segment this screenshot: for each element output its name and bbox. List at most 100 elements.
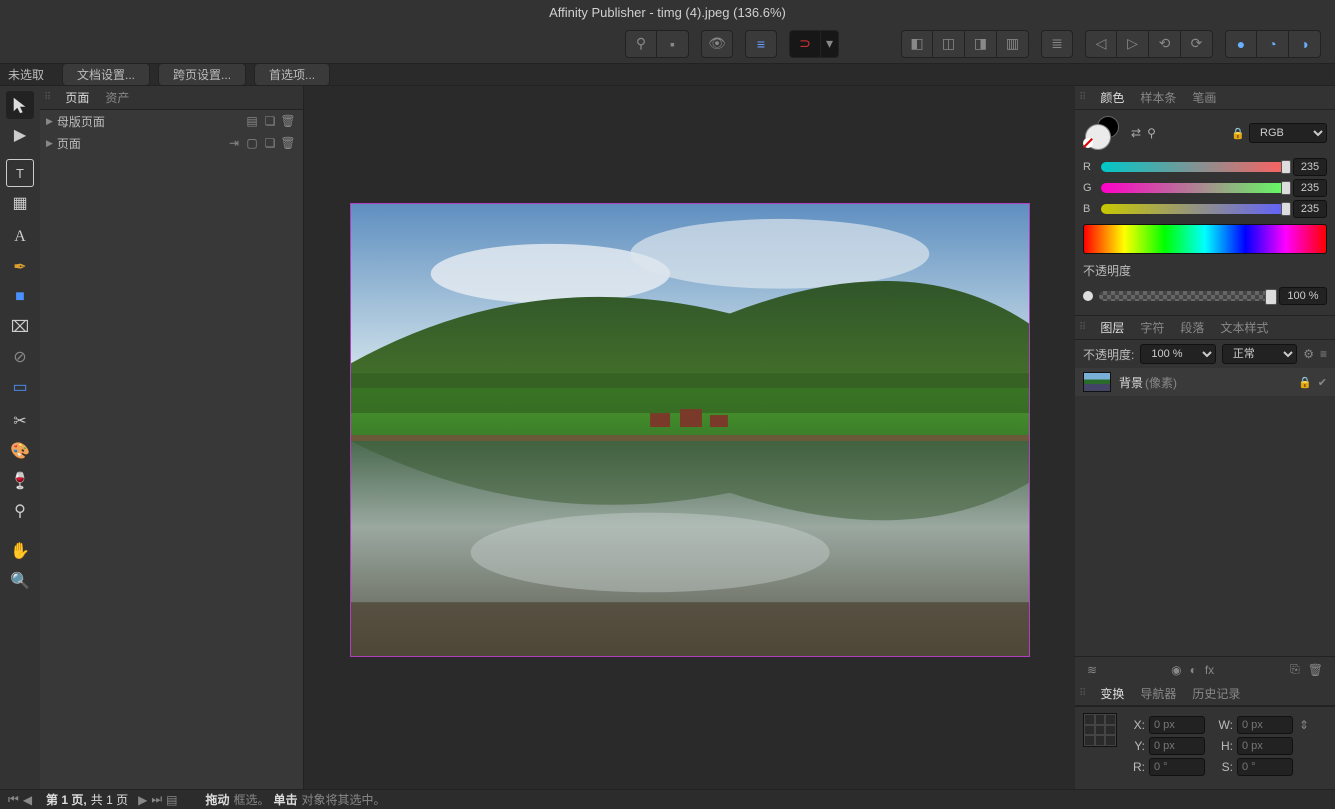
y-input[interactable] — [1149, 737, 1205, 755]
tab-paragraph[interactable]: 段落 — [1172, 319, 1212, 336]
channel-g-slider[interactable] — [1101, 183, 1287, 193]
layer-menu-icon[interactable]: ≡ — [1320, 347, 1327, 361]
node-tool-icon[interactable]: ▶ — [6, 121, 34, 149]
channel-r-slider[interactable] — [1101, 162, 1287, 172]
layer-settings-icon[interactable]: ⚙ — [1303, 347, 1314, 361]
page-single-icon[interactable]: ▢ — [243, 136, 261, 150]
tab-pages[interactable]: 页面 — [57, 89, 97, 106]
tab-layers[interactable]: 图层 — [1092, 319, 1132, 336]
tab-assets[interactable]: 资产 — [97, 89, 137, 106]
rectangle-tool-icon[interactable]: ■ — [6, 283, 34, 311]
page-list-icon[interactable]: ▤ — [166, 793, 177, 807]
baseline-grid-icon[interactable]: ≡ — [745, 30, 777, 58]
persona-photo-icon[interactable]: ◑ — [1289, 30, 1321, 58]
add-layer-icon[interactable]: ⎘ — [1290, 662, 1300, 677]
next-page-icon[interactable]: ▶ — [138, 793, 147, 807]
opacity-input[interactable] — [1279, 287, 1327, 305]
spread-setup-button[interactable]: 跨页设置... — [158, 63, 246, 86]
first-page-icon[interactable]: ⏮ — [8, 792, 19, 807]
channel-r-input[interactable] — [1293, 158, 1327, 176]
pen-tool-icon[interactable]: ✒ — [6, 253, 34, 281]
disclosure-triangle-icon[interactable]: ▶ — [46, 116, 53, 127]
tab-color[interactable]: 颜色 — [1092, 89, 1132, 106]
flip-v-icon[interactable]: ▷ — [1117, 30, 1149, 58]
layers-stack-icon[interactable]: ≋ — [1087, 663, 1097, 677]
layer-row[interactable]: 背景 (像素) 🔒 ✔ — [1075, 368, 1335, 396]
page-add-icon[interactable]: ❏ — [261, 114, 279, 128]
mask-icon[interactable]: ◉ — [1171, 663, 1181, 677]
blend-mode-select[interactable]: 正常 — [1222, 344, 1297, 364]
rotate-cw-icon[interactable]: ⟳ — [1181, 30, 1213, 58]
channel-b-input[interactable] — [1293, 200, 1327, 218]
pages-row[interactable]: ▶ 页面 ⇥ ▢ ❏ 🗑 — [40, 132, 303, 154]
w-input[interactable] — [1237, 716, 1293, 734]
move-tool-icon[interactable] — [6, 91, 34, 119]
picture-frame-tool-icon[interactable]: ⌧ — [6, 313, 34, 341]
persona-publisher-icon[interactable]: ● — [1225, 30, 1257, 58]
adjust-icon[interactable]: ◐ — [1190, 663, 1197, 677]
last-page-icon[interactable]: ⏭ — [151, 792, 162, 807]
zoom-tool-icon[interactable]: 🔍 — [6, 567, 34, 595]
tab-character[interactable]: 字符 — [1132, 319, 1172, 336]
align-justify-icon[interactable]: ▥ — [997, 30, 1029, 58]
pin-icon[interactable]: ⚲ — [625, 30, 657, 58]
tab-swatches[interactable]: 样本条 — [1132, 89, 1184, 106]
document-image[interactable] — [350, 203, 1030, 657]
anchor-grid[interactable] — [1083, 713, 1117, 747]
pin-small-icon[interactable]: ▪ — [657, 30, 689, 58]
h-input[interactable] — [1237, 737, 1293, 755]
align-center-icon[interactable]: ◫ — [933, 30, 965, 58]
page-list-icon[interactable]: ▤ — [243, 114, 261, 128]
persona-designer-icon[interactable]: ◔ — [1257, 30, 1289, 58]
preview-icon[interactable]: 👁 — [701, 30, 733, 58]
snapping-dropdown-icon[interactable]: ▾ — [821, 30, 839, 58]
eyedropper-icon[interactable]: ⚲ — [1147, 126, 1156, 140]
channel-b-slider[interactable] — [1101, 204, 1287, 214]
swap-colors-icon[interactable]: ⇄ — [1131, 126, 1141, 140]
s-input[interactable] — [1237, 758, 1293, 776]
panel-grip-icon[interactable]: ⠿ — [1079, 92, 1086, 103]
panel-grip-icon[interactable]: ⠿ — [44, 92, 51, 103]
view-tool-icon[interactable]: ✋ — [6, 537, 34, 565]
text-frame-tool-icon[interactable]: T — [6, 159, 34, 187]
align-left-icon[interactable]: ◧ — [901, 30, 933, 58]
prev-page-icon[interactable]: ◀ — [23, 793, 32, 807]
page-delete-icon[interactable]: 🗑 — [279, 114, 297, 128]
shape-tool-icon[interactable]: ⊘ — [6, 343, 34, 371]
arrange-icon[interactable]: ≣ — [1041, 30, 1073, 58]
color-picker-tool-icon[interactable]: ⚲ — [6, 497, 34, 525]
tab-stroke[interactable]: 笔画 — [1184, 89, 1224, 106]
document-setup-button[interactable]: 文档设置... — [62, 63, 150, 86]
align-right-icon[interactable]: ◨ — [965, 30, 997, 58]
r-input[interactable] — [1149, 758, 1205, 776]
table-tool-icon[interactable]: ▦ — [6, 189, 34, 217]
tab-text-styles[interactable]: 文本样式 — [1212, 319, 1276, 336]
place-image-tool-icon[interactable]: ▭ — [6, 373, 34, 401]
page-props-icon[interactable]: ⇥ — [225, 136, 243, 150]
panel-grip-icon[interactable]: ⠿ — [1079, 322, 1086, 333]
flip-h-icon[interactable]: ◁ — [1085, 30, 1117, 58]
link-wh-icon[interactable]: ⇕ — [1299, 718, 1309, 732]
transparency-tool-icon[interactable]: 🍷 — [6, 467, 34, 495]
opacity-slider[interactable] — [1099, 291, 1273, 301]
snapping-icon[interactable]: ⊃ — [789, 30, 821, 58]
layer-opacity-select[interactable]: 100 % — [1140, 344, 1215, 364]
x-input[interactable] — [1149, 716, 1205, 734]
master-pages-row[interactable]: ▶ 母版页面 ▤ ❏ 🗑 — [40, 110, 303, 132]
color-mode-select[interactable]: RGB — [1249, 123, 1327, 143]
page-delete-icon[interactable]: 🗑 — [279, 136, 297, 150]
tab-history[interactable]: 历史记录 — [1184, 685, 1248, 702]
lock-icon[interactable]: 🔒 — [1231, 127, 1245, 140]
tab-transform[interactable]: 变换 — [1092, 685, 1132, 702]
layer-lock-icon[interactable]: 🔒 — [1298, 376, 1312, 389]
page-dup-icon[interactable]: ❏ — [261, 136, 279, 150]
canvas[interactable] — [304, 86, 1075, 789]
disclosure-triangle-icon[interactable]: ▶ — [46, 138, 53, 149]
rotate-ccw-icon[interactable]: ⟲ — [1149, 30, 1181, 58]
hue-strip[interactable] — [1083, 224, 1327, 254]
layer-visible-icon[interactable]: ✔ — [1318, 376, 1327, 389]
color-swatches[interactable] — [1083, 116, 1125, 150]
fx-icon[interactable]: fx — [1205, 663, 1214, 677]
vector-crop-tool-icon[interactable]: ✂ — [6, 407, 34, 435]
panel-grip-icon[interactable]: ⠿ — [1079, 688, 1086, 699]
